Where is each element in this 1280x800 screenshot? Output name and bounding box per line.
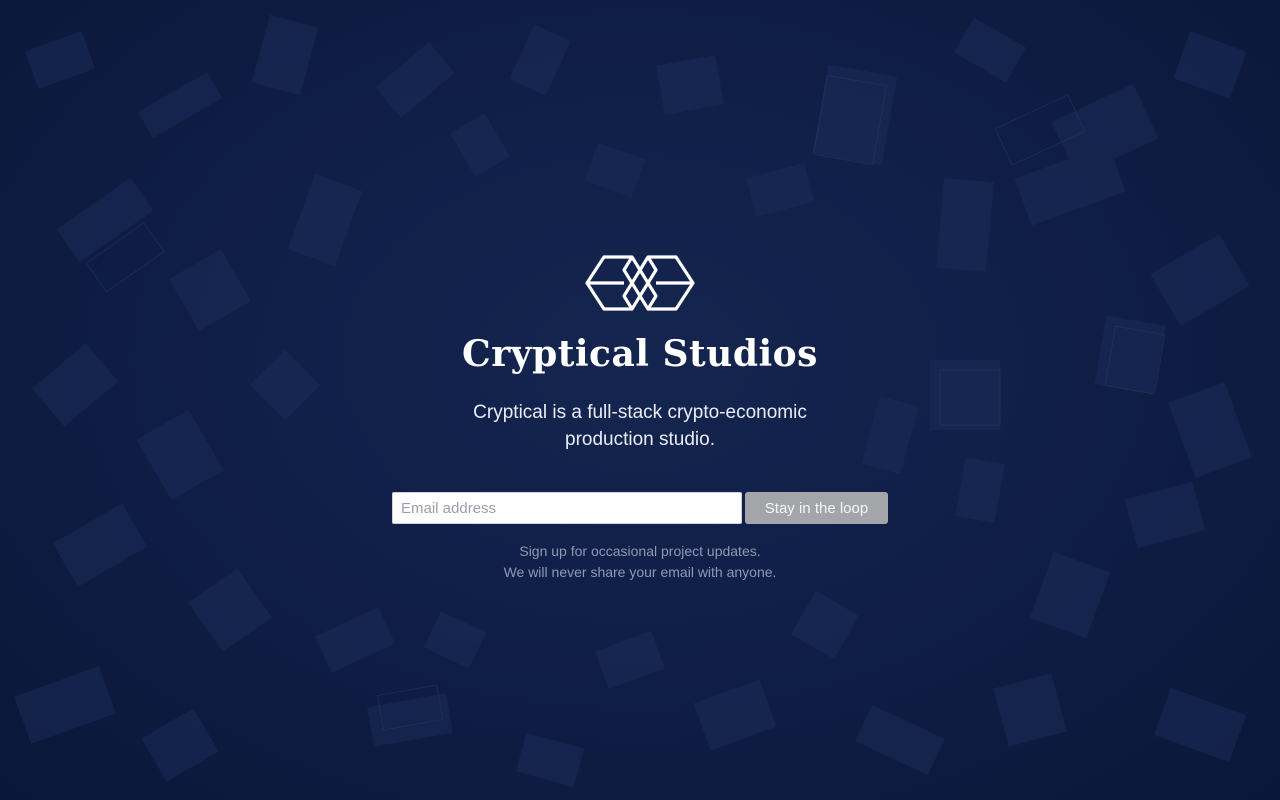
signup-form: Stay in the loop [392,492,888,524]
signup-note: Sign up for occasional project updates. … [0,541,1280,583]
stay-in-the-loop-button[interactable]: Stay in the loop [745,492,888,524]
page-title: Cryptical Studios [462,333,818,375]
tagline: Cryptical is a full-stack crypto-economi… [473,402,807,450]
signup-note-line1: Sign up for occasional project updates. [519,543,761,559]
interlocking-cubes-icon [585,255,695,311]
hero: Cryptical Studios Cryptical is a full-st… [0,0,1280,800]
email-input[interactable] [392,492,742,524]
signup-note-line2: We will never share your email with anyo… [503,564,777,580]
